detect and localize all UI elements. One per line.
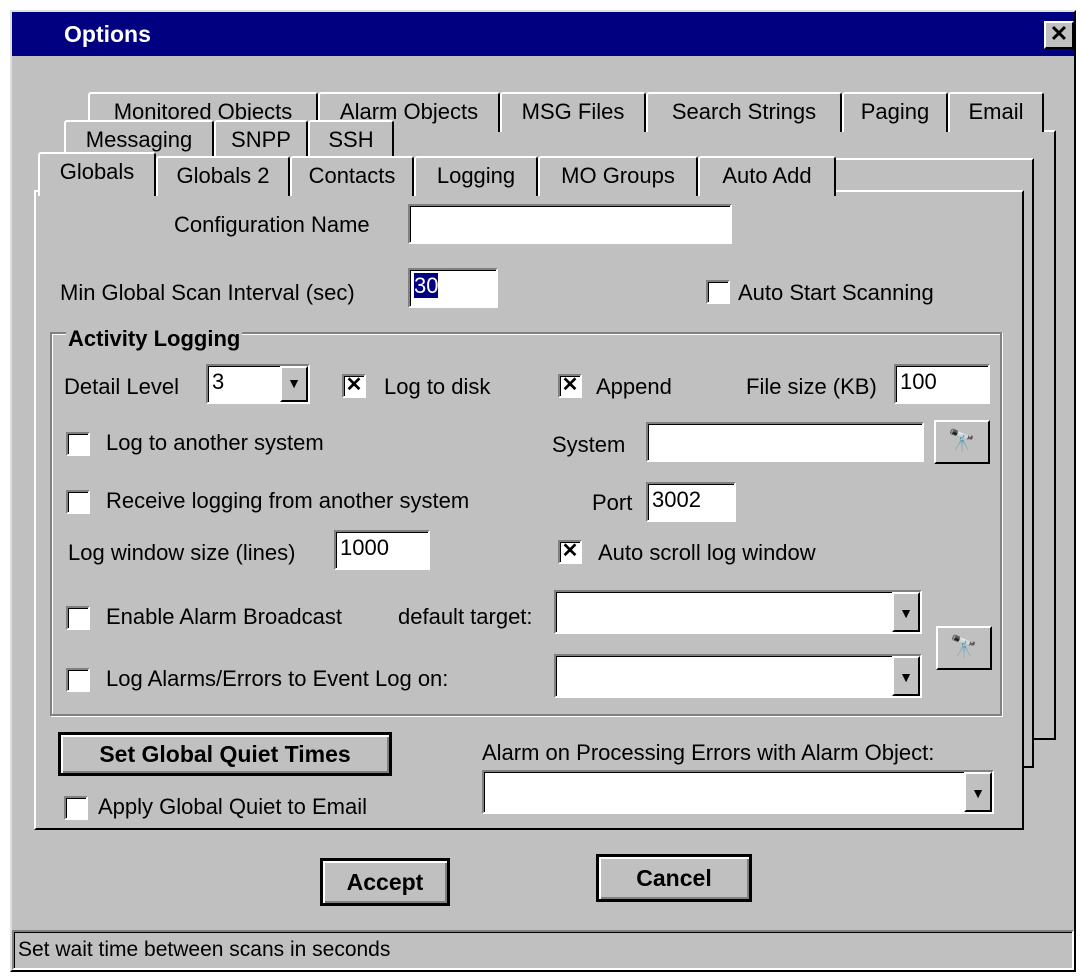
log-window-label: Log window size (lines) [68, 540, 296, 565]
append-checkbox[interactable]: ✕ [558, 374, 582, 398]
system-label: System [552, 432, 626, 457]
file-size-input[interactable]: 100 [894, 364, 990, 404]
alarm-broadcast-label: Enable Alarm Broadcast [106, 604, 343, 629]
detail-level-select[interactable]: 3 ▼ [206, 364, 310, 404]
tab-auto-add[interactable]: Auto Add [698, 156, 836, 196]
chevron-down-icon[interactable]: ▼ [964, 772, 992, 812]
cancel-button[interactable]: Cancel [596, 854, 752, 902]
append-label: Append [596, 374, 672, 399]
log-alarms-checkbox[interactable] [66, 668, 90, 692]
status-bar: Set wait time between scans in seconds [12, 930, 1074, 970]
auto-start-label: Auto Start Scanning [738, 280, 934, 305]
activity-logging-title: Activity Logging [66, 326, 243, 352]
alarm-processing-label: Alarm on Processing Errors with Alarm Ob… [482, 740, 935, 765]
tab-email[interactable]: Email [948, 92, 1044, 132]
close-icon: ✕ [1049, 21, 1069, 46]
title-bar: Options ✕ [12, 12, 1074, 56]
chevron-down-icon[interactable]: ▼ [892, 592, 920, 632]
apply-quiet-checkbox[interactable] [64, 796, 88, 820]
status-text: Set wait time between scans in seconds [18, 938, 391, 961]
tab-ssh[interactable]: SSH [308, 120, 394, 160]
tab-contacts[interactable]: Contacts [290, 156, 414, 196]
log-to-disk-checkbox[interactable]: ✕ [342, 374, 366, 398]
apply-quiet-label: Apply Global Quiet to Email [98, 794, 368, 819]
binoculars-icon: 🔭 [948, 428, 976, 453]
chevron-down-icon[interactable]: ▼ [892, 656, 920, 696]
auto-start-checkbox[interactable] [706, 280, 730, 304]
port-input[interactable]: 3002 [646, 482, 736, 522]
file-size-label: File size (KB) [746, 374, 877, 399]
default-target-select[interactable]: ▼ [554, 590, 922, 634]
system-input[interactable] [646, 422, 924, 462]
tab-msg-files[interactable]: MSG Files [500, 92, 646, 132]
detail-level-label: Detail Level [64, 374, 179, 399]
auto-scroll-checkbox[interactable]: ✕ [558, 540, 582, 564]
tab-mo-groups[interactable]: MO Groups [538, 156, 698, 196]
log-to-another-checkbox[interactable] [66, 432, 90, 456]
config-name-input[interactable] [408, 204, 732, 244]
tab-paging[interactable]: Paging [842, 92, 948, 132]
alarm-broadcast-checkbox[interactable] [66, 606, 90, 630]
tab-globals[interactable]: Globals [38, 152, 156, 196]
set-quiet-times-button[interactable]: Set Global Quiet Times [58, 732, 392, 776]
scan-interval-label: Min Global Scan Interval (sec) [60, 280, 355, 305]
chevron-down-icon[interactable]: ▼ [280, 366, 308, 402]
log-window-input[interactable]: 1000 [334, 530, 430, 570]
tab-search-strings[interactable]: Search Strings [646, 92, 842, 132]
default-target-label: default target: [398, 604, 533, 629]
receive-logging-label: Receive logging from another system [106, 488, 470, 513]
log-to-another-label: Log to another system [106, 430, 324, 455]
window-title: Options [64, 21, 151, 47]
tab-snpp[interactable]: SNPP [214, 120, 308, 160]
accept-button[interactable]: Accept [320, 858, 450, 906]
options-window: Options ✕ Monitored Objects Alarm Object… [10, 10, 1076, 972]
event-log-select[interactable]: ▼ [554, 654, 922, 698]
system-browse-button[interactable]: 🔭 [934, 420, 990, 464]
receive-logging-checkbox[interactable] [66, 490, 90, 514]
tab-globals-2[interactable]: Globals 2 [156, 156, 290, 196]
binoculars-icon: 🔭 [950, 634, 978, 659]
event-log-browse-button[interactable]: 🔭 [936, 626, 992, 670]
tab-logging[interactable]: Logging [414, 156, 538, 196]
log-alarms-label: Log Alarms/Errors to Event Log on: [106, 666, 449, 691]
alarm-processing-select[interactable]: ▼ [482, 770, 994, 814]
config-name-label: Configuration Name [174, 212, 370, 237]
close-button[interactable]: ✕ [1044, 21, 1074, 49]
log-to-disk-label: Log to disk [384, 374, 491, 399]
scan-interval-input[interactable]: 30 [408, 268, 498, 308]
port-label: Port [592, 490, 633, 515]
auto-scroll-label: Auto scroll log window [598, 540, 816, 565]
